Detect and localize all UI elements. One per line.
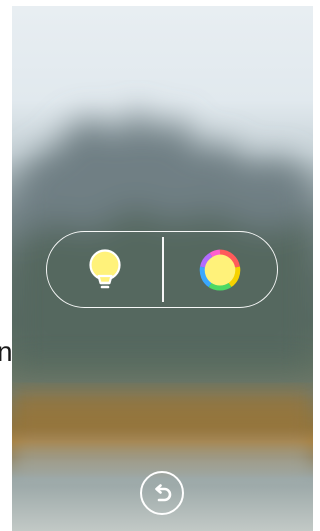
back-button[interactable] <box>140 471 184 515</box>
page: n <box>0 0 320 531</box>
color-light-button[interactable] <box>162 232 277 307</box>
phone-screen <box>12 6 313 531</box>
color-wheel-icon <box>199 249 240 291</box>
white-light-button[interactable] <box>47 232 162 307</box>
edge-text-fragment: n <box>0 336 13 367</box>
light-mode-selector <box>46 231 278 308</box>
undo-icon <box>155 484 172 502</box>
lightbulb-icon <box>88 248 121 288</box>
